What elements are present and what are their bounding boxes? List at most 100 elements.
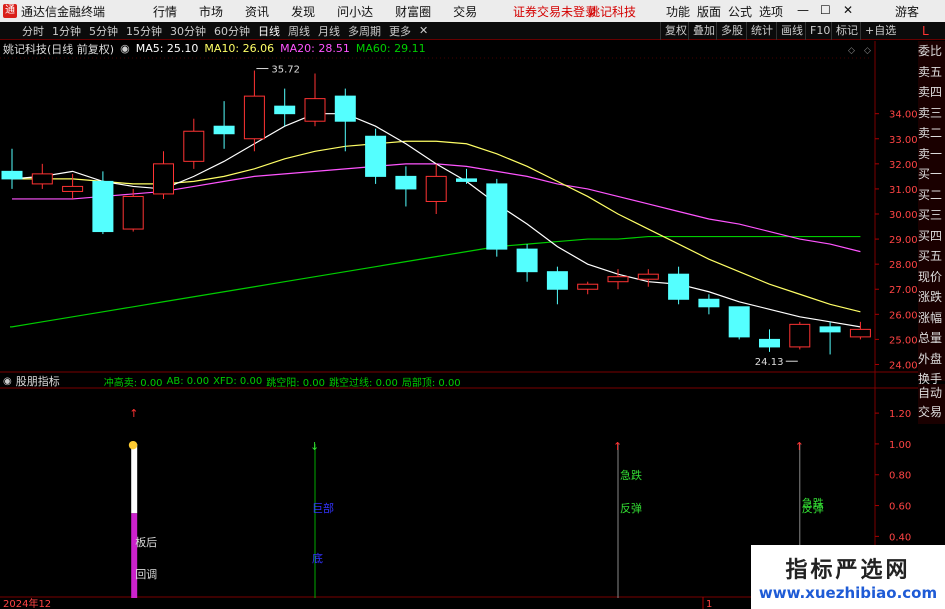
candle-body xyxy=(728,306,750,338)
high-price-label: 35.72 xyxy=(271,65,300,76)
candle-body xyxy=(122,195,144,230)
signal-bar-magenta xyxy=(131,513,138,598)
side-label: 买四 xyxy=(918,228,943,243)
price-tick-label: 30.00 xyxy=(889,210,918,221)
indicator-header: ◉ 股朋指标 冲高卖: 0.00 AB: 0.00 XFD: 0.00 跳空阳:… xyxy=(0,373,461,389)
candle-body xyxy=(668,273,690,300)
side-label: 外盘 xyxy=(918,351,943,366)
watermark: 指标严选网 www.xuezhibiao.com xyxy=(751,545,945,609)
up-arrow-icon: ↑ xyxy=(795,440,804,453)
up-arrow-icon: ↑ xyxy=(613,440,622,453)
watermark-url: www.xuezhibiao.com xyxy=(758,584,938,602)
price-tick-label: 25.00 xyxy=(889,335,918,346)
side-label: 涨幅 xyxy=(918,310,943,325)
side-label: 买三 xyxy=(918,208,943,222)
price-tick-label: 24.00 xyxy=(889,360,918,371)
indicator-item-5: 跳空过线: 0.00 xyxy=(329,377,398,389)
price-tick-label: 32.00 xyxy=(889,160,918,171)
app-window: { "app": {"title": "通达信金融终端", "logo_char… xyxy=(0,0,945,609)
signal-label: 急跌 xyxy=(620,468,642,482)
low-price-label: 24.13 xyxy=(755,357,784,368)
signal-label: 回调 xyxy=(135,568,157,581)
trade-side-panel: 自动 交易 xyxy=(918,384,945,424)
side-label[interactable]: 自动 xyxy=(918,384,945,403)
side-label[interactable]: 交易 xyxy=(918,403,945,422)
candle-body xyxy=(213,125,235,135)
indicator-item-4: 跳空阳: 0.00 xyxy=(266,377,326,389)
signal-label: 反弹 xyxy=(620,501,642,515)
signal-label: 板后 xyxy=(135,535,157,549)
side-label: 卖一 xyxy=(918,146,943,161)
candle-body xyxy=(849,328,871,338)
candle-body xyxy=(243,95,265,140)
diamond-icon: ◇ xyxy=(864,46,871,56)
price-tick-label: 26.00 xyxy=(889,310,918,321)
watermark-title: 指标严选网 xyxy=(785,558,911,583)
candle-body xyxy=(274,105,296,115)
candle-body xyxy=(637,273,659,280)
side-label: 涨跌 xyxy=(918,290,943,304)
price-tick-label: 27.00 xyxy=(889,285,918,296)
candle-body xyxy=(92,180,114,233)
candle-body xyxy=(789,323,811,348)
candlestick-chart[interactable]: 24.00 25.00 26.00 27.00 28.00 29.00 30.00 31.00… xyxy=(0,0,918,609)
side-label: 总量 xyxy=(918,331,943,345)
indicator-item-2: AB: 0.00 xyxy=(166,375,210,387)
indicator-tick-label: 0.80 xyxy=(889,471,911,482)
indicator-dropdown-icon[interactable]: ◉ xyxy=(3,376,12,387)
indicator-tick-label: 0.60 xyxy=(889,502,911,513)
candle-body xyxy=(365,135,387,177)
side-label: 委比 xyxy=(918,44,943,58)
quote-side-panel: 委比 卖五 卖四 卖三 卖二 卖一 买一 买二 买三 买四 买五 现价 涨跌 涨… xyxy=(918,41,945,386)
candle-body xyxy=(698,298,720,308)
candle-body xyxy=(456,178,477,182)
side-label: 买一 xyxy=(918,167,943,181)
indicator-item-6: 局部顶: 0.00 xyxy=(401,377,461,389)
up-arrow-icon: ↑ xyxy=(129,407,138,420)
candle-body xyxy=(304,98,326,122)
signal-bar-white xyxy=(131,443,138,514)
indicator-tick-label: 1.00 xyxy=(889,440,911,451)
candle-body xyxy=(1,170,23,180)
side-label: 买五 xyxy=(918,249,943,263)
candle-body xyxy=(31,173,53,185)
money-bag-icon: ● xyxy=(128,438,138,451)
side-label: 现价 xyxy=(918,269,943,284)
side-letter: L xyxy=(922,24,929,38)
candle-body xyxy=(334,95,356,122)
signal-label: 巨部 xyxy=(312,501,334,515)
side-label: 卖五 xyxy=(918,64,943,79)
candle-body xyxy=(546,271,568,290)
candle-body xyxy=(395,175,417,190)
down-arrow-icon: ↓ xyxy=(310,440,319,453)
side-label: 卖二 xyxy=(918,126,943,140)
candle-body xyxy=(153,163,174,195)
candle-body xyxy=(577,283,599,290)
candle-body xyxy=(819,326,841,333)
indicator-item-3: XFD: 0.00 xyxy=(213,375,263,387)
diamond-icon: ◇ xyxy=(848,46,855,56)
indicator-tick-label: 0.40 xyxy=(889,532,911,543)
side-label: 买二 xyxy=(918,187,943,202)
candle-body xyxy=(183,130,205,162)
indicator-item-1: 冲高卖: 0.00 xyxy=(103,377,163,389)
indicator-name[interactable]: 股朋指标 xyxy=(16,373,60,389)
candle-body xyxy=(425,175,447,202)
date-label: 1 xyxy=(706,599,712,609)
price-tick-label: 28.00 xyxy=(889,260,918,271)
candle-body xyxy=(516,248,538,273)
candle-body xyxy=(486,183,508,250)
price-tick-label: 34.00 xyxy=(889,110,918,121)
signal-label: 底 xyxy=(312,551,323,565)
side-label: 卖三 xyxy=(918,105,943,120)
date-label: 2024年12 xyxy=(3,597,51,609)
candle-body xyxy=(62,185,84,192)
price-tick-label: 33.00 xyxy=(889,135,918,146)
side-label: 卖四 xyxy=(918,85,943,99)
price-tick-label: 31.00 xyxy=(889,185,918,196)
signal-label: 反弹 xyxy=(802,501,824,515)
candle-body xyxy=(759,338,780,348)
indicator-tick-label: 1.20 xyxy=(889,409,911,420)
price-tick-label: 29.00 xyxy=(889,235,918,246)
candle-body xyxy=(607,276,629,283)
